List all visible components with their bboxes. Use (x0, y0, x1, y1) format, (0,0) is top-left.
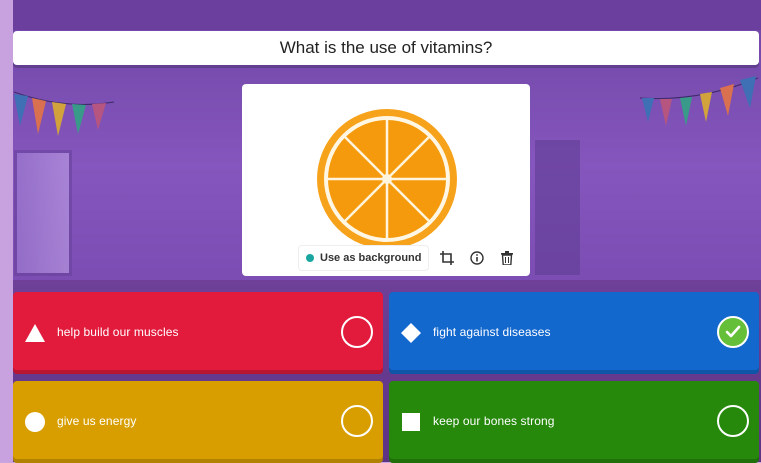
use-as-background-button[interactable]: Use as background (298, 245, 430, 271)
question-title: What is the use of vitamins? (279, 38, 493, 57)
bunting-right-graphic (639, 76, 759, 126)
checkmark-icon (725, 325, 741, 338)
bunting-right (639, 76, 760, 151)
answer-text: keep our bones strong (433, 414, 555, 428)
bunting-left-graphic (13, 91, 115, 136)
answer-correct-toggle[interactable] (341, 316, 373, 348)
orange-slice-icon (317, 109, 457, 249)
trash-icon (501, 251, 514, 265)
answer-option-3[interactable]: give us energy (13, 381, 383, 463)
answer-correct-toggle[interactable] (717, 316, 749, 348)
media-card[interactable]: Use as background (242, 84, 530, 276)
answer-option-1[interactable]: help build our muscles (13, 292, 383, 374)
delete-button[interactable] (495, 246, 520, 270)
answer-option-4[interactable]: keep our bones strong (389, 381, 759, 463)
crop-button[interactable] (435, 246, 460, 270)
answer-option-2[interactable]: fight against diseases (389, 292, 759, 374)
background-ceiling (13, 0, 761, 30)
background-window (14, 150, 72, 276)
bunting-left (13, 88, 119, 153)
answer-text: help build our muscles (57, 325, 179, 339)
answer-text: give us energy (57, 414, 137, 428)
crop-icon (440, 251, 455, 265)
info-button[interactable] (465, 246, 490, 270)
answer-correct-toggle[interactable] (341, 405, 373, 437)
background-toggle-icon (306, 254, 314, 262)
circle-icon (25, 412, 45, 432)
background-door (535, 140, 580, 275)
answer-correct-toggle[interactable] (717, 405, 749, 437)
left-strip (0, 0, 13, 462)
square-icon (402, 413, 420, 431)
info-icon (470, 251, 485, 265)
question-bar[interactable]: What is the use of vitamins? (13, 31, 759, 65)
answer-text: fight against diseases (433, 325, 551, 339)
triangle-icon (25, 324, 45, 342)
media-toolbar: Use as background (298, 245, 524, 271)
diamond-icon (401, 323, 421, 343)
use-as-background-label: Use as background (320, 252, 422, 264)
